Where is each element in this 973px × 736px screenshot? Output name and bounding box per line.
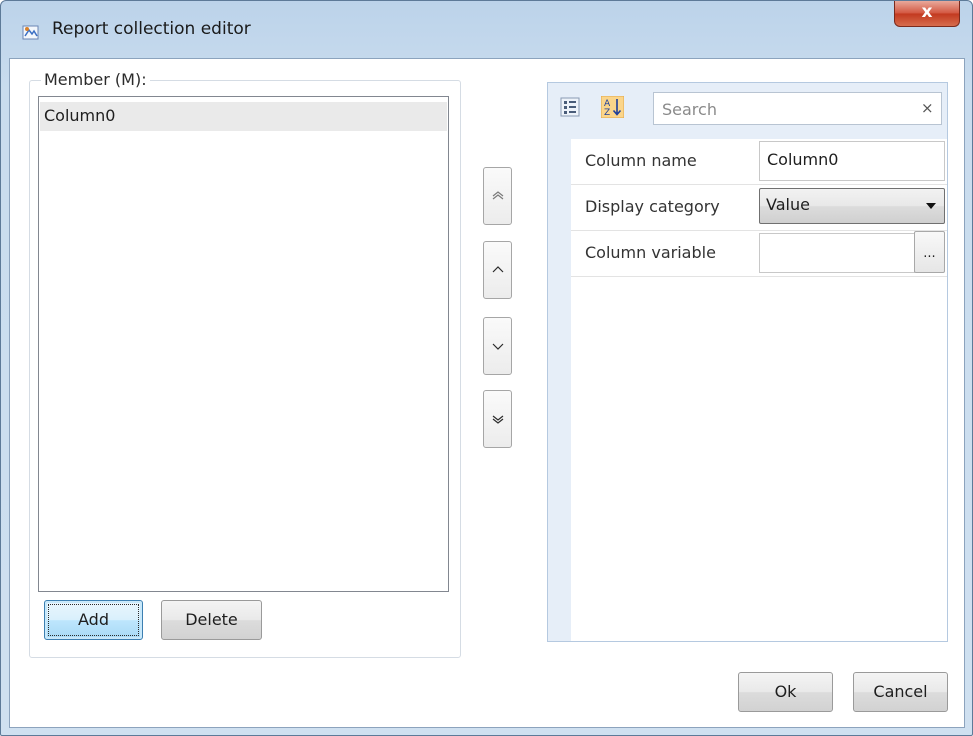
search-input[interactable] xyxy=(662,97,902,121)
ellipsis-button[interactable]: ... xyxy=(914,231,945,273)
dialog-window: Report collection editor x Member (M): C… xyxy=(0,0,973,736)
window-title: Report collection editor xyxy=(52,19,251,39)
property-row-display-category: Display category Value xyxy=(571,185,947,231)
close-button[interactable]: x xyxy=(894,1,960,27)
property-gutter xyxy=(548,139,571,641)
ok-button-label: Ok xyxy=(774,682,797,701)
app-icon xyxy=(22,25,39,40)
property-name: Column name xyxy=(585,151,697,170)
add-button-label: Add xyxy=(78,610,109,629)
move-to-bottom-button[interactable] xyxy=(483,390,512,448)
property-search-box: × xyxy=(653,92,942,125)
cancel-button[interactable]: Cancel xyxy=(853,672,948,712)
list-item[interactable]: Column0 xyxy=(40,102,447,131)
chevron-up-icon xyxy=(492,266,504,273)
display-category-value: Value xyxy=(766,195,810,214)
column-name-field[interactable]: Column0 xyxy=(759,141,945,181)
property-row-column-variable: Column variable ... xyxy=(571,231,947,277)
property-name: Display category xyxy=(585,197,720,216)
move-to-top-button[interactable] xyxy=(483,167,512,225)
cancel-button-label: Cancel xyxy=(873,682,928,701)
member-listbox[interactable]: Column0 xyxy=(38,96,449,592)
delete-button-label: Delete xyxy=(185,610,238,629)
double-chevron-down-icon xyxy=(492,415,504,424)
property-grid: A Z × Column name Column0 Display catego… xyxy=(547,82,948,642)
property-name: Column variable xyxy=(585,243,716,262)
property-row-column-name: Column name Column0 xyxy=(571,139,947,185)
delete-button[interactable]: Delete xyxy=(161,600,262,640)
double-chevron-up-icon xyxy=(492,191,504,200)
categorized-view-icon[interactable] xyxy=(560,96,580,118)
clear-search-icon[interactable]: × xyxy=(921,99,934,117)
dropdown-arrow-icon xyxy=(926,203,936,209)
add-button[interactable]: Add xyxy=(44,600,143,640)
dialog-client-area: Member (M): Column0 Add Delete A Z Searc… xyxy=(9,58,965,728)
svg-text:Z: Z xyxy=(604,108,610,118)
chevron-down-icon xyxy=(492,343,504,350)
title-bar[interactable]: Report collection editor x xyxy=(1,1,972,59)
ok-button[interactable]: Ok xyxy=(738,672,833,712)
member-group-label: Member (M): xyxy=(41,70,150,89)
close-icon: x xyxy=(921,2,933,22)
display-category-dropdown[interactable]: Value xyxy=(759,188,945,224)
move-up-button[interactable] xyxy=(483,241,512,299)
sort-alphabetical-icon[interactable]: A Z xyxy=(601,96,624,118)
property-list: Column name Column0 Display category Val… xyxy=(548,139,947,641)
column-variable-field[interactable] xyxy=(759,233,915,273)
move-down-button[interactable] xyxy=(483,317,512,375)
